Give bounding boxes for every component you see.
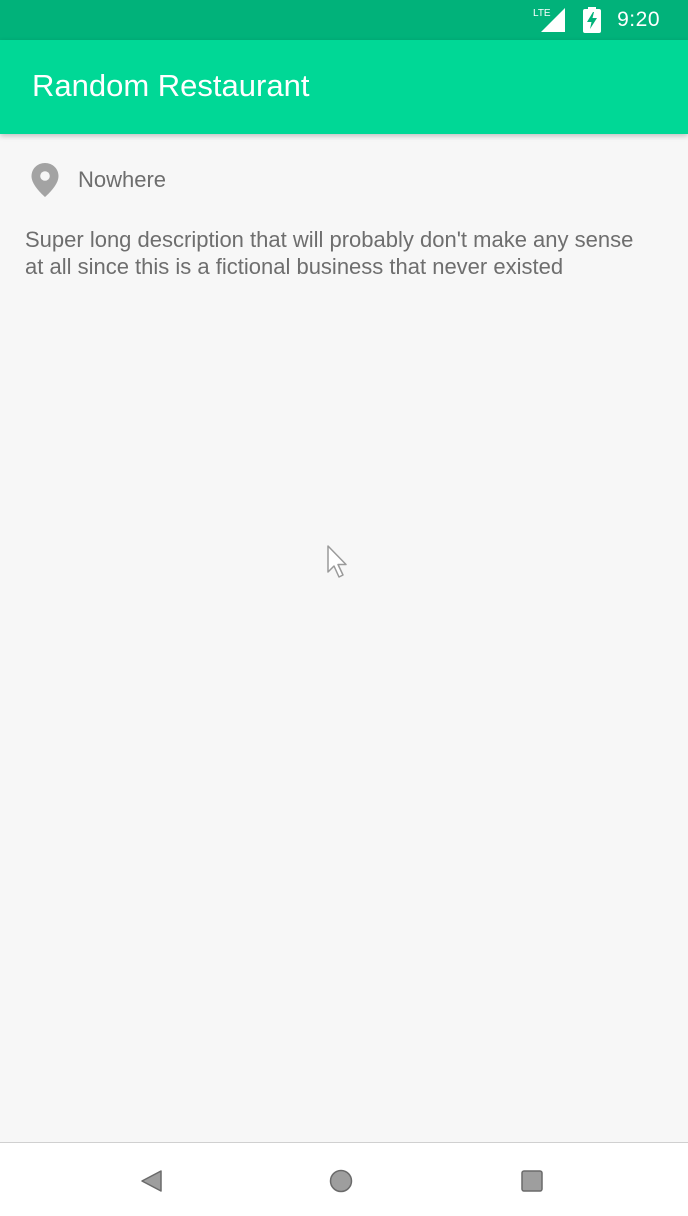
recents-button[interactable] bbox=[520, 1169, 544, 1193]
screen: LTE 9:20 Random Restaurant Nowhere Super… bbox=[0, 0, 688, 1216]
navigation-bar bbox=[0, 1142, 688, 1216]
mouse-pointer-icon bbox=[327, 545, 347, 578]
restaurant-description: Super long description that will probabl… bbox=[25, 227, 634, 279]
lte-signal-icon: LTE bbox=[533, 8, 566, 32]
status-icons: LTE 9:20 bbox=[533, 0, 660, 40]
page-title: Random Restaurant bbox=[32, 68, 310, 103]
restaurant-details: Nowhere Super long description that will… bbox=[0, 134, 688, 1142]
back-button[interactable] bbox=[139, 1169, 163, 1193]
app-bar: Random Restaurant bbox=[0, 40, 688, 134]
status-bar: LTE 9:20 bbox=[0, 0, 688, 40]
location-row: Nowhere bbox=[30, 162, 166, 198]
home-button[interactable] bbox=[329, 1169, 353, 1193]
location-text: Nowhere bbox=[78, 167, 167, 192]
location-pin-icon bbox=[31, 163, 59, 197]
status-clock: 9:20 bbox=[617, 8, 660, 31]
battery-charging-icon bbox=[583, 7, 602, 33]
lte-label: LTE bbox=[533, 8, 551, 19]
